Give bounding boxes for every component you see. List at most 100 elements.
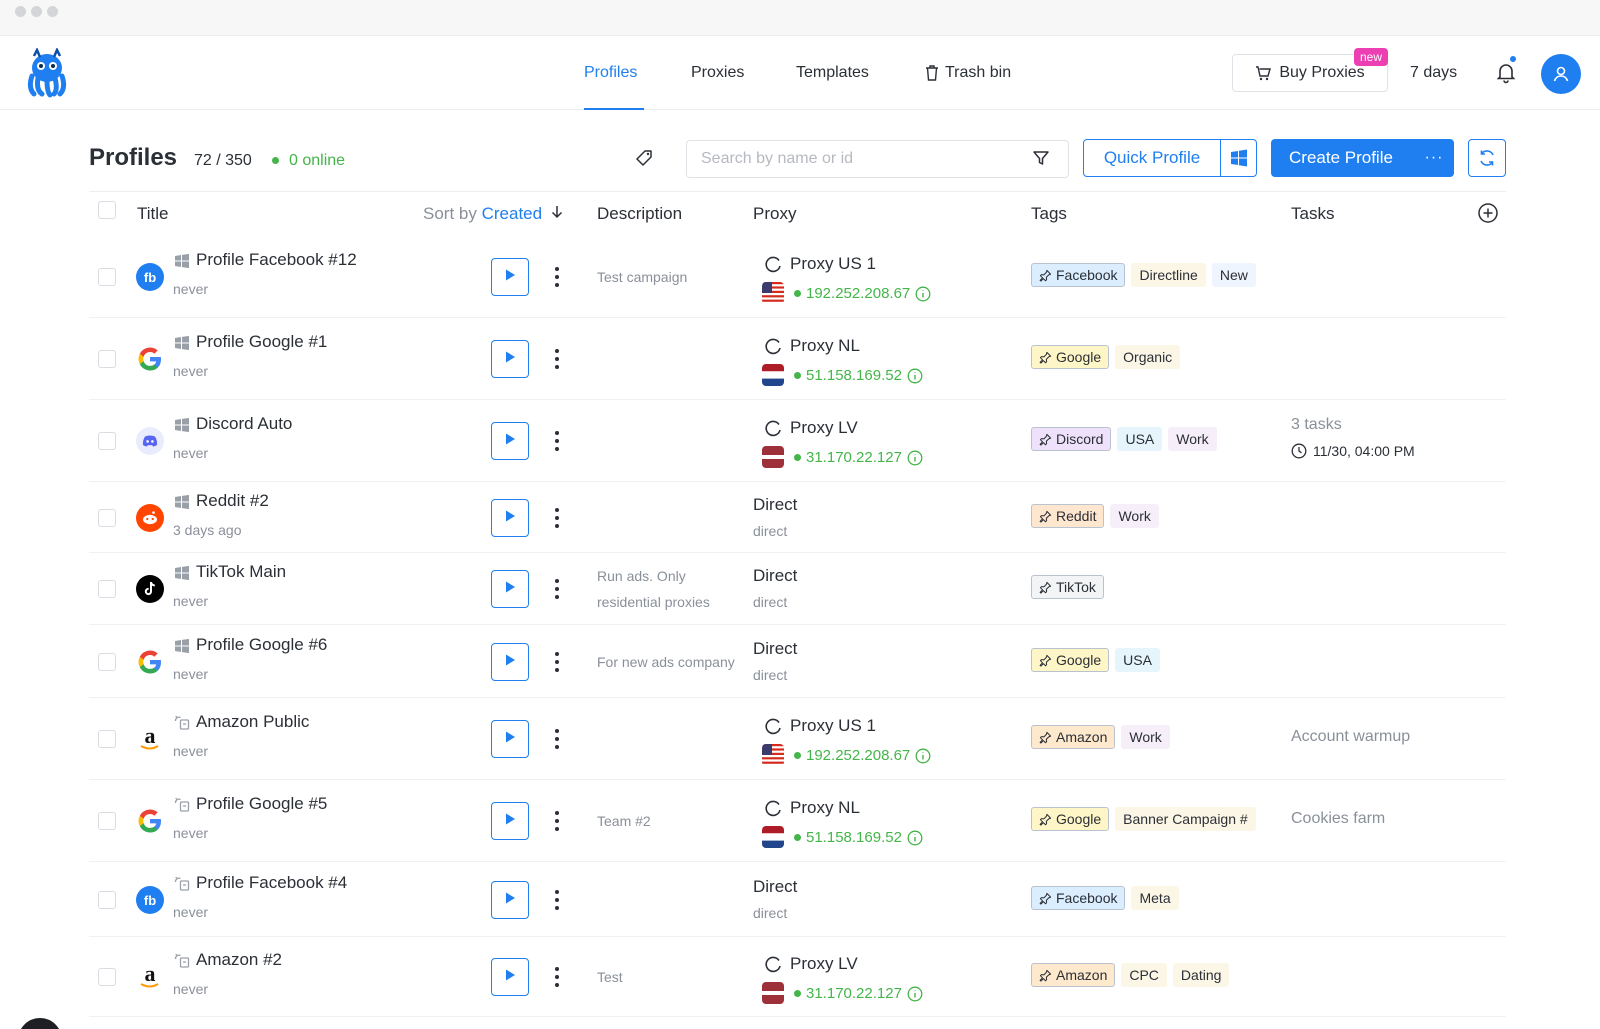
info-icon[interactable]: [907, 986, 923, 1002]
start-profile-button[interactable]: [491, 340, 529, 378]
proxy-name[interactable]: Direct: [753, 639, 797, 659]
row-more-menu-icon[interactable]: [552, 579, 562, 599]
tag-chip[interactable]: Google: [1031, 807, 1110, 831]
table-row[interactable]: TikTok Main never Run ads. Only residentia…: [89, 553, 1506, 625]
start-profile-button[interactable]: [491, 720, 529, 758]
chat-widget-button[interactable]: [18, 1018, 62, 1029]
tag-chip[interactable]: TikTok: [1031, 575, 1104, 599]
row-checkbox[interactable]: [98, 580, 116, 598]
row-more-menu-icon[interactable]: [552, 729, 562, 749]
info-icon[interactable]: [907, 830, 923, 846]
quick-profile-button[interactable]: Quick Profile: [1083, 139, 1221, 177]
search-input[interactable]: [686, 140, 1069, 178]
table-row[interactable]: Profile Google #1 never Proxy NL 51.158.169…: [89, 318, 1506, 400]
row-more-menu-icon[interactable]: [552, 267, 562, 287]
tag-chip[interactable]: Reddit: [1031, 504, 1105, 528]
quick-profile-os-button[interactable]: [1220, 139, 1257, 177]
row-more-menu-icon[interactable]: [552, 652, 562, 672]
refresh-button[interactable]: [1468, 139, 1506, 177]
tag-chip[interactable]: New: [1211, 263, 1256, 287]
tag-chip[interactable]: Discord: [1031, 427, 1112, 451]
start-profile-button[interactable]: [491, 958, 529, 996]
row-checkbox[interactable]: [98, 653, 116, 671]
table-row[interactable]: fb Profile Facebook #4 never Direct direct Fa…: [89, 862, 1506, 937]
window-minimize-dot[interactable]: [31, 6, 42, 17]
profile-name[interactable]: Profile Google #1: [196, 332, 327, 352]
sort-control[interactable]: Sort by Created: [423, 204, 563, 224]
tag-icon[interactable]: [634, 148, 654, 168]
proxy-rotate-icon[interactable]: [763, 954, 783, 974]
tag-chip[interactable]: Directline: [1131, 263, 1206, 287]
proxy-name[interactable]: Direct: [753, 877, 797, 897]
row-more-menu-icon[interactable]: [552, 967, 562, 987]
tag-chip[interactable]: Amazon: [1031, 963, 1116, 987]
table-row[interactable]: a Amazon Public never Proxy US 1 192.252.208…: [89, 698, 1506, 780]
task-summary[interactable]: Account warmup: [1291, 728, 1410, 746]
row-checkbox[interactable]: [98, 812, 116, 830]
start-profile-button[interactable]: [491, 258, 529, 296]
info-icon[interactable]: [907, 368, 923, 384]
row-checkbox[interactable]: [98, 968, 116, 986]
start-profile-button[interactable]: [491, 499, 529, 537]
start-profile-button[interactable]: [491, 802, 529, 840]
proxy-name[interactable]: Proxy NL: [790, 336, 860, 356]
tag-chip[interactable]: USA: [1117, 427, 1163, 451]
tag-chip[interactable]: USA: [1115, 648, 1160, 672]
profile-name[interactable]: TikTok Main: [196, 562, 286, 582]
create-profile-more-button[interactable]: ···: [1414, 139, 1454, 177]
tag-chip[interactable]: Work: [1168, 427, 1217, 451]
row-more-menu-icon[interactable]: [552, 890, 562, 910]
profile-name[interactable]: Amazon Public: [196, 712, 309, 732]
tab-proxies[interactable]: Proxies: [691, 64, 744, 82]
filter-icon[interactable]: [1031, 148, 1051, 168]
proxy-rotate-icon[interactable]: [763, 418, 783, 438]
profile-name[interactable]: Reddit #2: [196, 491, 269, 511]
proxy-name[interactable]: Direct: [753, 495, 797, 515]
profile-name[interactable]: Profile Facebook #12: [196, 250, 357, 270]
row-checkbox[interactable]: [98, 350, 116, 368]
bell-icon[interactable]: [1494, 60, 1518, 84]
table-row[interactable]: Discord Auto never Proxy LV 31.170.22.127 Di…: [89, 400, 1506, 482]
tag-chip[interactable]: Organic: [1115, 345, 1181, 369]
tag-chip[interactable]: Meta: [1131, 886, 1179, 910]
window-maximize-dot[interactable]: [47, 6, 58, 17]
create-profile-button[interactable]: Create Profile ···: [1271, 139, 1454, 177]
proxy-name[interactable]: Direct: [753, 566, 797, 586]
row-more-menu-icon[interactable]: [552, 508, 562, 528]
info-icon[interactable]: [907, 450, 923, 466]
table-row[interactable]: Profile Google #5 never Team #2 Proxy NL 51.…: [89, 780, 1506, 862]
start-profile-button[interactable]: [491, 422, 529, 460]
start-profile-button[interactable]: [491, 643, 529, 681]
proxy-rotate-icon[interactable]: [763, 254, 783, 274]
proxy-rotate-icon[interactable]: [763, 716, 783, 736]
row-checkbox[interactable]: [98, 432, 116, 450]
profile-name[interactable]: Profile Google #6: [196, 635, 327, 655]
row-more-menu-icon[interactable]: [552, 431, 562, 451]
task-summary[interactable]: 3 tasks: [1291, 416, 1342, 434]
window-close-dot[interactable]: [15, 6, 26, 17]
tag-chip[interactable]: Banner Campaign #: [1115, 807, 1256, 831]
task-summary[interactable]: Cookies farm: [1291, 810, 1385, 828]
profile-name[interactable]: Discord Auto: [196, 414, 292, 434]
proxy-name[interactable]: Proxy US 1: [790, 716, 876, 736]
proxy-name[interactable]: Proxy LV: [790, 954, 858, 974]
start-profile-button[interactable]: [491, 881, 529, 919]
octopus-logo-icon[interactable]: [22, 48, 72, 98]
row-checkbox[interactable]: [98, 891, 116, 909]
tag-chip[interactable]: Google: [1031, 648, 1110, 672]
tag-chip[interactable]: Amazon: [1031, 725, 1116, 749]
info-icon[interactable]: [915, 286, 931, 302]
tab-templates[interactable]: Templates: [796, 64, 869, 82]
row-checkbox[interactable]: [98, 730, 116, 748]
profile-name[interactable]: Amazon #2: [196, 950, 282, 970]
avatar[interactable]: [1541, 54, 1581, 94]
tag-chip[interactable]: Facebook: [1031, 263, 1126, 287]
tab-trash-bin[interactable]: Trash bin: [925, 64, 1011, 82]
start-profile-button[interactable]: [491, 570, 529, 608]
tag-chip[interactable]: Work: [1121, 725, 1170, 749]
proxy-rotate-icon[interactable]: [763, 336, 783, 356]
proxy-name[interactable]: Proxy NL: [790, 798, 860, 818]
proxy-name[interactable]: Proxy LV: [790, 418, 858, 438]
proxy-name[interactable]: Proxy US 1: [790, 254, 876, 274]
table-row[interactable]: Profile Google #6 never For new ads compan…: [89, 625, 1506, 698]
